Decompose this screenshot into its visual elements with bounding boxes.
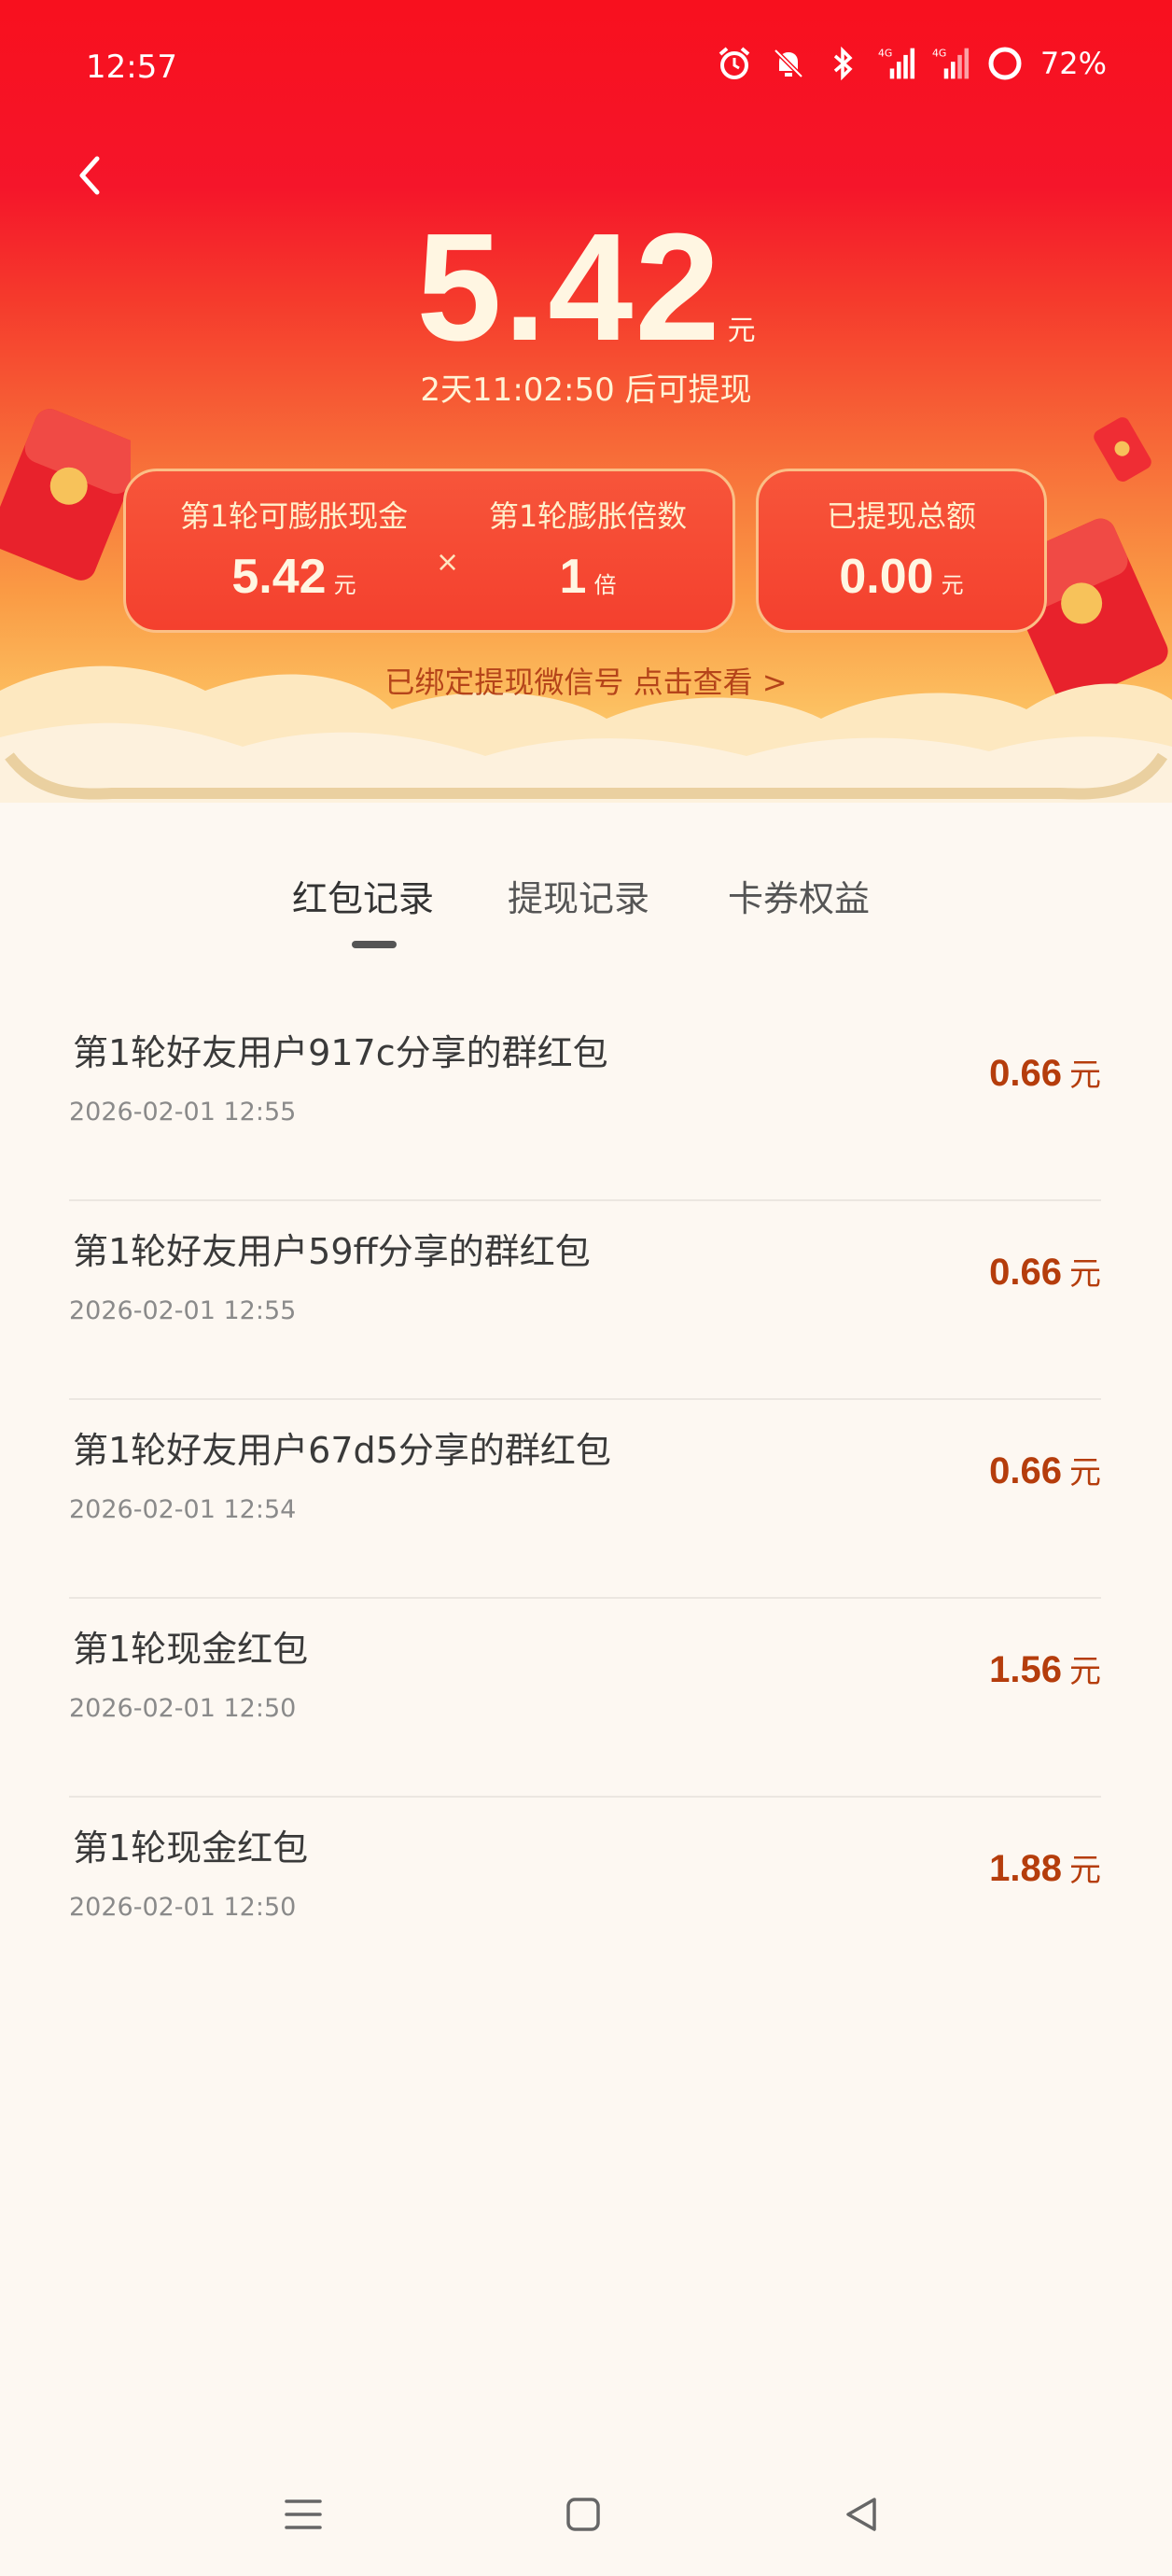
red-packet-small-decoration [1094, 417, 1151, 482]
withdrawn-block: 已提现总额 0.00 元 [759, 497, 1044, 613]
list-item[interactable]: 第1轮现金红包 2026-02-01 12:50 1.88 元 [69, 1798, 1101, 1996]
inflate-cash-number: 5.42 [231, 550, 327, 604]
record-amount: 1.56 元 [989, 1644, 1101, 1698]
record-title: 第1轮好友用户59ff分享的群红包 [73, 1231, 591, 1272]
chevron-left-icon [79, 156, 100, 195]
record-title: 第1轮好友用户917c分享的群红包 [73, 1032, 608, 1073]
home-button[interactable] [555, 2486, 611, 2542]
back-triangle-icon [846, 2498, 876, 2531]
multiplier-number: 1 [559, 550, 587, 604]
record-amount-value: 1.88 [989, 1848, 1062, 1889]
list-item[interactable]: 第1轮好友用户917c分享的群红包 2026-02-01 12:55 0.66 元 [69, 1002, 1101, 1201]
back-button[interactable] [65, 149, 112, 202]
record-time: 2026-02-01 12:50 [69, 1893, 297, 1922]
inflate-cash-unit: 元 [333, 573, 356, 598]
status-icons: 4G 4G 72% [716, 43, 1107, 84]
total-amount: 5.42 元 [0, 203, 1172, 371]
total-amount-unit: 元 [727, 315, 756, 347]
multiplier-unit: 倍 [593, 573, 617, 598]
withdraw-countdown: 2天11:02:50 后可提现 [420, 371, 752, 409]
times-sign: × [436, 546, 460, 579]
recent-apps-button[interactable] [275, 2486, 331, 2542]
multiplier-value: 1倍 [462, 550, 714, 613]
record-list: 第1轮好友用户917c分享的群红包 2026-02-01 12:55 0.66 元… [69, 1002, 1101, 1996]
bound-wechat-link[interactable]: 已绑定提现微信号 点击查看 > [0, 663, 1172, 702]
withdrawn-number: 0.00 [839, 550, 934, 604]
record-amount-unit: 元 [1069, 1057, 1101, 1094]
battery-icon [988, 47, 1022, 80]
battery-percent: 72% [1039, 46, 1107, 81]
record-title: 第1轮好友用户67d5分享的群红包 [73, 1430, 611, 1471]
record-amount-unit: 元 [1069, 1653, 1101, 1690]
multiplier-label: 第1轮膨胀倍数 [488, 498, 688, 534]
back-nav-button[interactable] [833, 2486, 889, 2542]
record-amount: 0.66 元 [989, 1246, 1101, 1300]
record-amount-unit: 元 [1069, 1852, 1101, 1889]
record-time: 2026-02-01 12:55 [69, 1098, 297, 1127]
home-icon [566, 2498, 600, 2531]
tab-redpacket-records[interactable]: 红包记录 [292, 873, 434, 925]
svg-text:4G: 4G [878, 48, 892, 60]
list-item[interactable]: 第1轮现金红包 2026-02-01 12:50 1.56 元 [69, 1599, 1101, 1798]
status-time: 12:57 [86, 49, 177, 86]
signal-4g-icon: 4G [878, 48, 914, 79]
alarm-icon [719, 47, 750, 79]
record-tabs: 红包记录 提现记录 卡券权益 [0, 873, 1172, 957]
withdrawn-value: 0.00 元 [759, 550, 1044, 613]
inflate-cash-label: 第1轮可膨胀现金 [179, 498, 409, 534]
record-amount: 0.66 元 [989, 1047, 1101, 1101]
svg-text:4G: 4G [932, 48, 946, 60]
menu-icon [285, 2499, 322, 2529]
tab-withdraw-records[interactable]: 提现记录 [508, 873, 649, 925]
red-packet-left-decoration [0, 409, 131, 581]
record-amount: 1.88 元 [989, 1842, 1101, 1897]
record-time: 2026-02-01 12:55 [69, 1296, 297, 1325]
signal-4g-icon: 4G [932, 48, 969, 79]
list-item[interactable]: 第1轮好友用户67d5分享的群红包 2026-02-01 12:54 0.66 元 [69, 1400, 1101, 1599]
record-amount: 0.66 元 [989, 1445, 1101, 1499]
tab-coupon-benefits[interactable]: 卡券权益 [728, 873, 870, 925]
system-nav-bar [0, 2464, 1172, 2567]
record-amount-value: 0.66 [989, 1053, 1062, 1094]
inflate-cash-value: 5.42 元 [163, 550, 425, 613]
bluetooth-icon [833, 46, 853, 81]
bell-off-icon [774, 49, 803, 78]
withdrawn-card: 已提现总额 0.00 元 [756, 469, 1047, 633]
record-amount-unit: 元 [1069, 1255, 1101, 1293]
active-tab-indicator [352, 941, 397, 948]
inflate-cash-block: 第1轮可膨胀现金 5.42 元 [163, 497, 425, 613]
record-time: 2026-02-01 12:50 [69, 1694, 297, 1723]
record-title: 第1轮现金红包 [73, 1827, 309, 1869]
total-amount-value: 5.42 [416, 202, 722, 372]
record-amount-value: 1.56 [989, 1649, 1062, 1690]
record-title: 第1轮现金红包 [73, 1629, 309, 1670]
record-time: 2026-02-01 12:54 [69, 1495, 297, 1524]
record-amount-value: 0.66 [989, 1450, 1062, 1491]
status-bar: 12:57 4G 4G 72% [0, 0, 1172, 131]
withdrawn-label: 已提现总额 [826, 498, 976, 534]
list-item[interactable]: 第1轮好友用户59ff分享的群红包 2026-02-01 12:55 0.66 元 [69, 1201, 1101, 1400]
withdrawn-unit: 元 [941, 573, 964, 598]
inflate-card: 第1轮可膨胀现金 5.42 元 × 第1轮膨胀倍数 1倍 [123, 469, 735, 633]
record-amount-value: 0.66 [989, 1252, 1062, 1293]
record-amount-unit: 元 [1069, 1454, 1101, 1491]
multiplier-block: 第1轮膨胀倍数 1倍 [462, 497, 714, 613]
